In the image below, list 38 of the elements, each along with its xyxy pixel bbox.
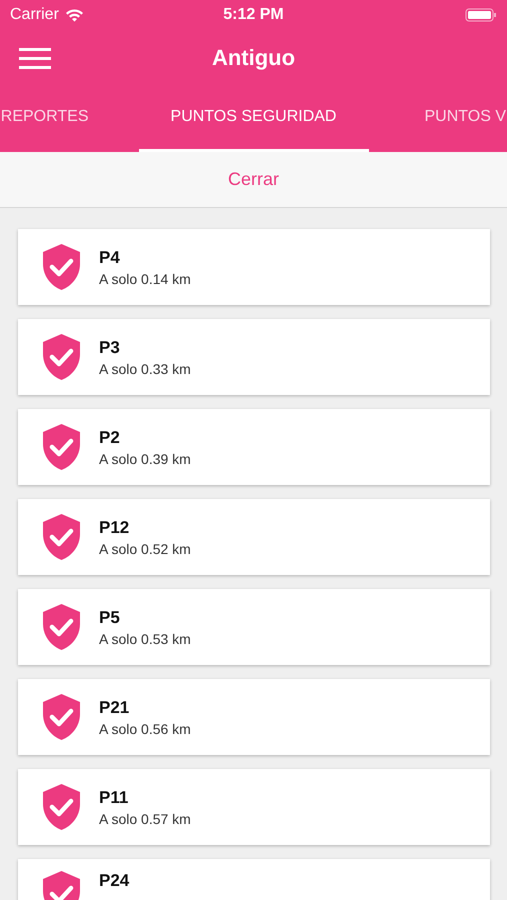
shield-check-icon — [43, 694, 80, 740]
point-card[interactable]: P11 A solo 0.57 km — [18, 769, 490, 845]
point-distance: A solo 0.57 km — [99, 810, 191, 826]
status-time: 5:12 PM — [223, 6, 284, 24]
point-name: P12 — [99, 518, 130, 538]
point-name: P2 — [99, 428, 121, 448]
point-name: P11 — [99, 788, 130, 808]
point-name: P4 — [99, 248, 121, 268]
point-card[interactable]: P5 A solo 0.53 km — [18, 589, 490, 665]
point-card[interactable]: P24 — [18, 859, 490, 900]
point-card[interactable]: P4 A solo 0.14 km — [18, 229, 490, 305]
point-name: P3 — [99, 338, 121, 358]
point-distance: A solo 0.39 km — [99, 450, 191, 466]
point-distance: A solo 0.53 km — [99, 630, 191, 646]
screen-title: Antiguo — [212, 44, 296, 70]
shield-check-icon — [43, 514, 80, 560]
battery-icon — [465, 7, 497, 23]
point-card[interactable]: P21 A solo 0.56 km — [18, 679, 490, 755]
point-name: P24 — [99, 871, 130, 891]
shield-check-icon — [43, 244, 80, 290]
menu-icon — [19, 46, 51, 70]
close-button[interactable]: Cerrar — [220, 165, 287, 194]
point-distance: A solo 0.52 km — [99, 540, 191, 556]
wifi-icon — [64, 8, 84, 22]
shield-check-icon — [43, 334, 80, 380]
point-card[interactable]: P12 A solo 0.52 km — [18, 499, 490, 575]
point-name: P21 — [99, 698, 130, 718]
shield-check-icon — [43, 424, 80, 470]
point-distance: A solo 0.56 km — [99, 720, 191, 736]
shield-check-icon — [43, 604, 80, 650]
point-card[interactable]: P2 A solo 0.39 km — [18, 409, 490, 485]
point-card[interactable]: P3 A solo 0.33 km — [18, 319, 490, 395]
carrier-label: Carrier — [10, 6, 59, 24]
point-distance: A solo 0.14 km — [99, 270, 191, 286]
point-name: P5 — [99, 608, 121, 628]
shield-check-icon — [43, 784, 80, 830]
menu-button[interactable] — [19, 46, 51, 70]
point-distance: A solo 0.33 km — [99, 360, 191, 376]
